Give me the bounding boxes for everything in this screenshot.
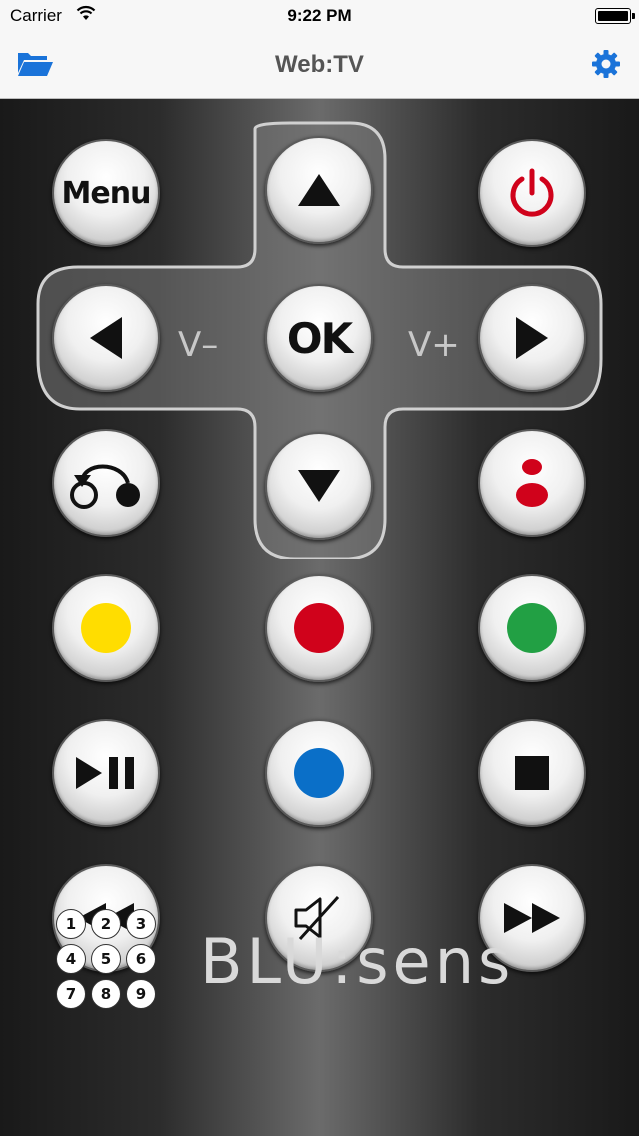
blue-dot-icon: [294, 748, 344, 798]
numpad-key: 5: [91, 944, 121, 974]
info-icon: [516, 459, 548, 507]
power-icon: [510, 168, 554, 217]
numpad-key: 7: [56, 979, 86, 1009]
brand-logo: BLU:sens: [200, 925, 515, 998]
play-pause-icon: [76, 757, 134, 789]
green-button[interactable]: [478, 574, 586, 682]
back-icon: [70, 464, 140, 509]
ok-label: OK: [286, 313, 353, 363]
yellow-dot-icon: [81, 603, 131, 653]
arrow-right-icon: [516, 317, 548, 359]
ok-button[interactable]: OK: [265, 284, 373, 392]
numpad-key: 9: [126, 979, 156, 1009]
yellow-button[interactable]: [52, 574, 160, 682]
numpad-key: 3: [126, 909, 156, 939]
stop-icon: [515, 756, 549, 790]
status-bar: Carrier 9:22 PM: [0, 0, 639, 33]
navigation-bar: Web:TV: [0, 33, 639, 99]
volume-up-label: V+: [408, 325, 460, 365]
numpad-key: 8: [91, 979, 121, 1009]
stop-button[interactable]: [478, 719, 586, 827]
right-button[interactable]: [478, 284, 586, 392]
menu-label: Menu: [61, 175, 152, 211]
clock: 9:22 PM: [287, 6, 352, 25]
arrow-left-icon: [90, 317, 122, 359]
gear-icon[interactable]: [591, 49, 621, 79]
numpad-key: 4: [56, 944, 86, 974]
numpad-key: 1: [56, 909, 86, 939]
power-button[interactable]: [478, 139, 586, 247]
numpad-button[interactable]: 1 2 3 4 5 6 7 8 9: [52, 905, 162, 1015]
arrow-down-icon: [298, 470, 340, 502]
red-dot-icon: [294, 603, 344, 653]
menu-button[interactable]: Menu: [52, 139, 160, 247]
volume-down-label: V–: [178, 325, 219, 365]
red-button[interactable]: [265, 574, 373, 682]
up-button[interactable]: [265, 136, 373, 244]
down-button[interactable]: [265, 432, 373, 540]
numpad-key: 6: [126, 944, 156, 974]
play-pause-button[interactable]: [52, 719, 160, 827]
left-button[interactable]: [52, 284, 160, 392]
info-button[interactable]: [478, 429, 586, 537]
numpad-key: 2: [91, 909, 121, 939]
back-button[interactable]: [52, 429, 160, 537]
green-dot-icon: [507, 603, 557, 653]
page-title: Web:TV: [275, 51, 364, 78]
blue-button[interactable]: [265, 719, 373, 827]
arrow-up-icon: [298, 174, 340, 206]
battery-icon: [595, 8, 635, 24]
